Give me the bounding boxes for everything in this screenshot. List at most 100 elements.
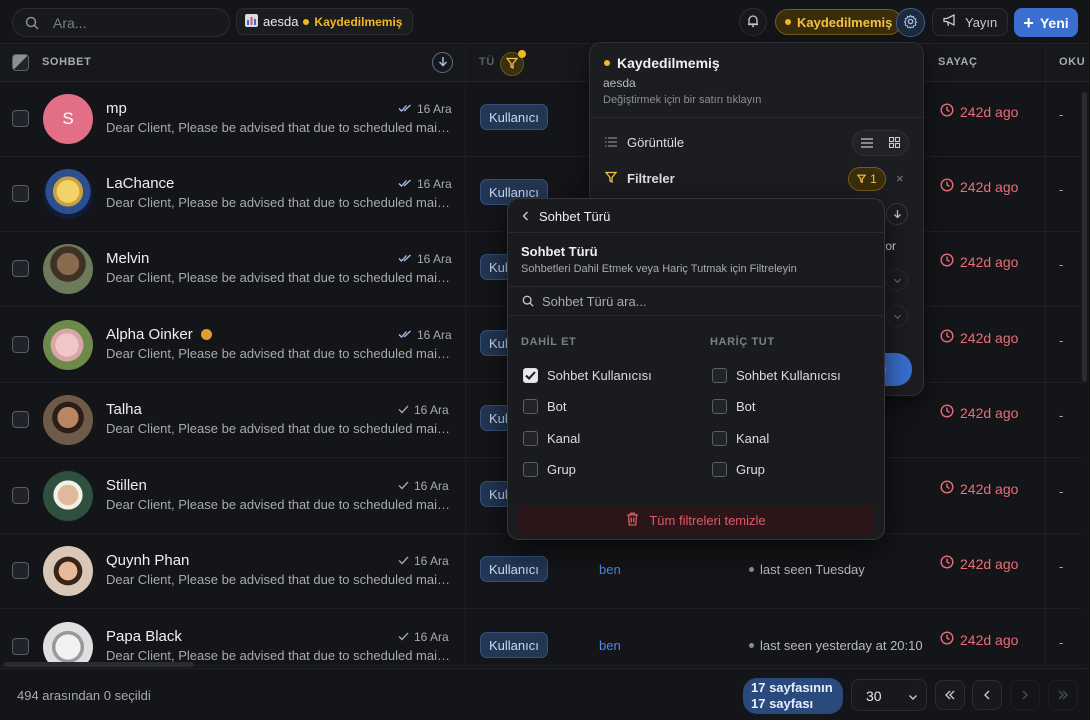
vertical-scrollbar[interactable]	[1082, 92, 1087, 382]
new-button[interactable]: + Yeni	[1014, 8, 1078, 37]
view-panel-hint: Değiştirmek için bir satırı tıklayın	[603, 94, 762, 106]
chat-name: Talha	[106, 401, 142, 418]
chat-name: LaChance	[106, 175, 175, 192]
broadcast-button[interactable]: Yayın	[932, 8, 1009, 36]
avatar	[43, 622, 93, 665]
row-checkbox[interactable]	[12, 487, 29, 504]
expand-button[interactable]	[886, 305, 908, 327]
top-bar: Ara... aesda Kaydedilmemiş Kaydedilmemiş…	[0, 0, 1090, 44]
chat-name: mp	[106, 100, 127, 117]
checkbox[interactable]	[712, 431, 727, 446]
clear-all-filters-button[interactable]: Tüm filtreleri temizle	[516, 505, 876, 535]
sort-button[interactable]	[432, 52, 453, 73]
settings-button[interactable]	[896, 8, 925, 37]
clock-icon	[940, 631, 954, 648]
view-name: aesda	[263, 14, 299, 29]
unsaved-dot	[303, 18, 310, 25]
filters-row[interactable]: Filtreler	[604, 171, 675, 186]
unsaved-dot	[604, 60, 610, 66]
double-chevron-left-icon	[944, 688, 956, 703]
counter-value: 242d ago	[940, 631, 1018, 648]
assignee[interactable]: ben	[599, 638, 621, 653]
sort-direction-button[interactable]	[886, 203, 908, 225]
previous-page-button[interactable]	[972, 680, 1002, 710]
exclude-option-group[interactable]: Grup	[712, 462, 765, 477]
checkbox[interactable]	[523, 462, 538, 477]
row-checkbox[interactable]	[12, 185, 29, 202]
checkbox[interactable]	[523, 431, 538, 446]
include-option-bot[interactable]: Bot	[523, 399, 567, 414]
layout-toggle[interactable]	[852, 130, 909, 156]
read-value: -	[1059, 559, 1064, 574]
message-preview: Dear Client, Please be advised that due …	[106, 497, 456, 512]
message-date: 16 Ara	[398, 177, 452, 191]
filter-icon	[604, 171, 618, 186]
row-checkbox[interactable]	[12, 336, 29, 353]
column-filter-button[interactable]	[500, 50, 526, 76]
column-header-type[interactable]: TÜ	[479, 56, 495, 68]
include-option-channel[interactable]: Kanal	[523, 431, 580, 446]
column-header-counter[interactable]: SAYAÇ	[938, 56, 978, 68]
notifications-button[interactable]	[739, 8, 767, 36]
current-view-pill[interactable]: aesda Kaydedilmemiş	[236, 8, 414, 35]
cookie-icon	[200, 329, 212, 340]
checkbox-checked[interactable]	[523, 368, 538, 383]
horizontal-scrollbar[interactable]	[4, 662, 194, 667]
row-checkbox[interactable]	[12, 562, 29, 579]
row-checkbox[interactable]	[12, 638, 29, 655]
clear-filters-x[interactable]: ×	[896, 171, 904, 186]
checkbox[interactable]	[523, 399, 538, 414]
message-preview: Dear Client, Please be advised that due …	[106, 270, 456, 285]
include-option-group[interactable]: Grup	[523, 462, 576, 477]
double-chevron-right-icon	[1057, 688, 1069, 703]
display-row[interactable]: Görüntüle	[605, 135, 684, 150]
column-header-read[interactable]: OKU	[1059, 56, 1085, 68]
checkbox[interactable]	[712, 368, 727, 383]
expand-button[interactable]	[886, 269, 908, 291]
dropdown-back-header[interactable]: Sohbet Türü	[522, 209, 610, 224]
message-preview: Dear Client, Please be advised that due …	[106, 120, 456, 135]
table-row[interactable]: Papa Black 16 Ara Dear Client, Please be…	[0, 610, 1082, 666]
list-view-icon[interactable]	[861, 136, 873, 151]
last-page-button[interactable]	[1048, 680, 1078, 710]
grid-view-icon[interactable]	[888, 136, 901, 151]
clock-icon	[940, 253, 954, 270]
chat-name: Stillen	[106, 477, 147, 494]
double-check-icon	[398, 252, 412, 266]
filter-icon	[505, 57, 519, 72]
bell-icon	[746, 14, 760, 31]
exclude-option-bot[interactable]: Bot	[712, 399, 756, 414]
exclude-option-chat-user[interactable]: Sohbet Kullanıcısı	[712, 368, 841, 383]
include-option-chat-user[interactable]: Sohbet Kullanıcısı	[523, 368, 652, 383]
divider	[508, 232, 884, 233]
row-checkbox[interactable]	[12, 260, 29, 277]
search-box[interactable]: Ara...	[12, 8, 230, 37]
checkbox[interactable]	[712, 399, 727, 414]
select-all-checkbox[interactable]	[12, 54, 29, 71]
read-value: -	[1059, 635, 1064, 650]
row-checkbox[interactable]	[12, 411, 29, 428]
first-page-button[interactable]	[935, 680, 965, 710]
message-date: 16 Ara	[398, 630, 449, 644]
view-status: Kaydedilmemiş	[314, 14, 403, 29]
filter-count-badge[interactable]: 1	[848, 167, 886, 191]
column-header-chat[interactable]: SOHBET	[42, 56, 91, 68]
message-preview: Dear Client, Please be advised that due …	[106, 421, 456, 436]
chat-name: Papa Black	[106, 628, 182, 645]
chat-type-tag: Kullanıcı	[480, 104, 548, 130]
next-page-button[interactable]	[1010, 680, 1040, 710]
counter-value: 242d ago	[940, 404, 1018, 421]
status-dot	[749, 643, 754, 648]
counter-value: 242d ago	[940, 480, 1018, 497]
chat-type-filter-dropdown: Sohbet Türü Sohbet Türü Sohbetleri Dahil…	[507, 198, 885, 540]
rows-per-page-select[interactable]: 30	[851, 679, 927, 711]
exclude-option-channel[interactable]: Kanal	[712, 431, 769, 446]
filter-search-input[interactable]: Sohbet Türü ara...	[508, 286, 884, 316]
row-checkbox[interactable]	[12, 110, 29, 127]
assignee[interactable]: ben	[599, 562, 621, 577]
message-date: 16 Ara	[398, 328, 452, 342]
table-row[interactable]: Quynh Phan 16 Ara Dear Client, Please be…	[0, 534, 1082, 609]
message-preview: Dear Client, Please be advised that due …	[106, 572, 456, 587]
checkbox[interactable]	[712, 462, 727, 477]
unsaved-changes-button[interactable]: Kaydedilmemiş	[775, 9, 903, 35]
